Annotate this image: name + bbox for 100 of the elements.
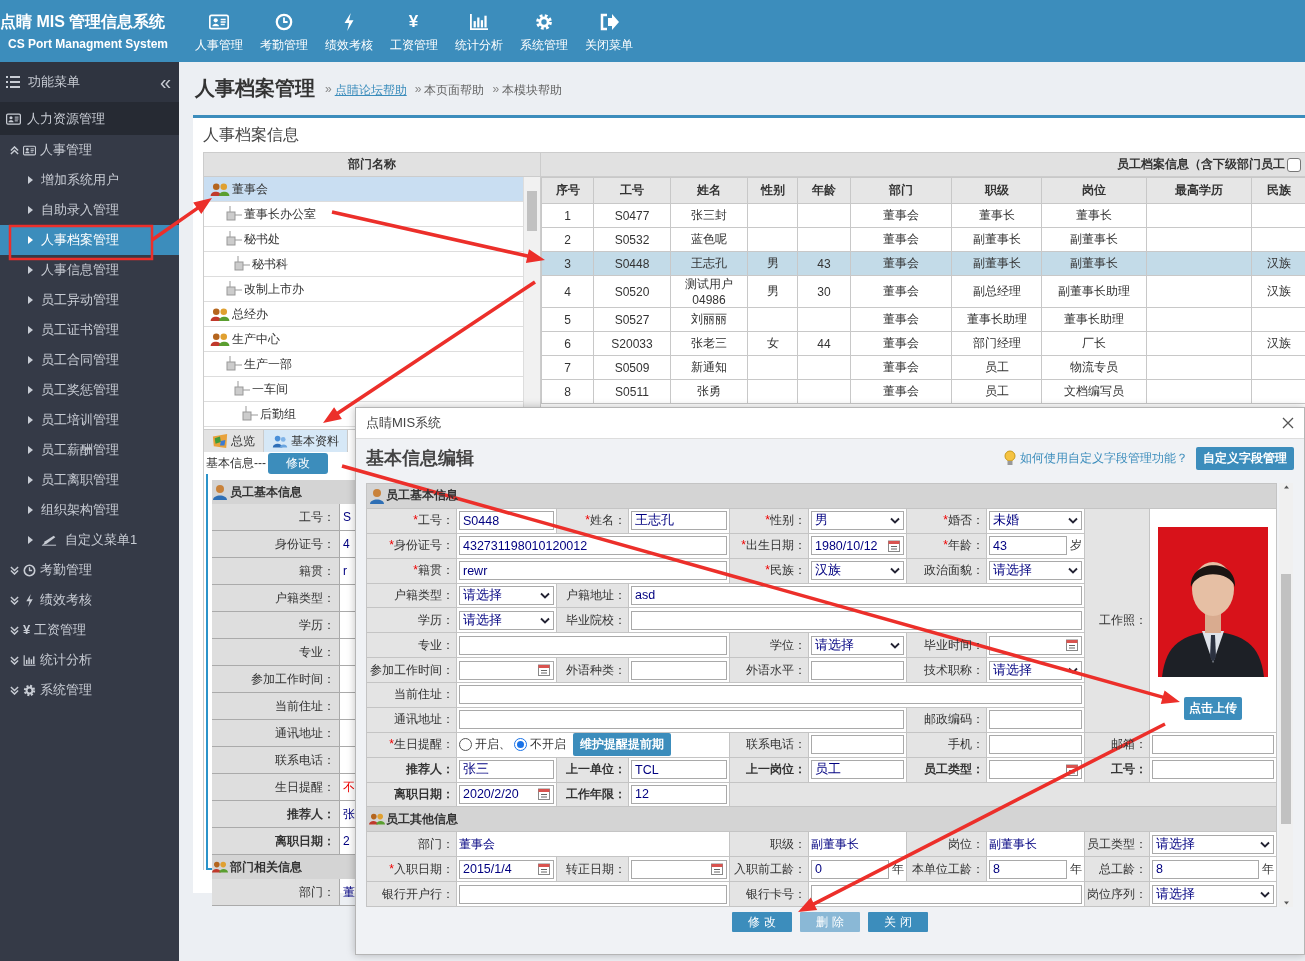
dialog-button[interactable]: 关 闭 (868, 912, 928, 932)
select-field[interactable]: 请选择 (989, 561, 1082, 581)
table-row[interactable]: 4 S0520 测试用户04986 男 30 董事会 副总经理 副董事长助理 汉族 (541, 275, 1305, 308)
submenu-item[interactable]: 自助录入管理 (0, 195, 179, 225)
submenu-item[interactable]: 员工离职管理 (0, 465, 179, 495)
nav-label[interactable]: 系统管理 (519, 36, 568, 54)
input-field[interactable] (989, 710, 1082, 730)
input-field[interactable]: 张三 (459, 760, 554, 780)
nav-label[interactable]: 工资管理 (389, 36, 438, 54)
select-field[interactable]: 未婚 (989, 511, 1082, 531)
select-field[interactable]: 请选择 (811, 635, 904, 655)
submenu-item[interactable]: 员工证书管理 (0, 315, 179, 345)
input-field[interactable]: 432731198010120012 (459, 536, 727, 556)
input-field[interactable] (459, 884, 727, 904)
upload-button[interactable]: 点击上传 (1184, 696, 1243, 720)
help-link[interactable]: 本模块帮助 (502, 82, 563, 99)
reminder-button[interactable]: 维护提醒提前期 (573, 733, 671, 757)
input-field[interactable]: rewr (459, 561, 727, 581)
submenu-item[interactable]: 人事档案管理 (0, 225, 179, 255)
input-field[interactable]: 员工 (811, 760, 904, 780)
input-field[interactable]: 8 (989, 859, 1067, 879)
date-field[interactable] (631, 859, 727, 879)
table-row[interactable]: 3 S0448 王志孔 男 43 董事会 副董事长 副董事长 汉族 (541, 251, 1305, 276)
nav-label[interactable]: 统计分析 (454, 36, 503, 54)
scrollbar[interactable] (1279, 483, 1294, 907)
close-icon[interactable] (1282, 417, 1294, 429)
column-header[interactable]: 姓名 (670, 177, 748, 204)
select-field[interactable]: 男 (811, 511, 904, 531)
radio-button[interactable] (459, 738, 472, 752)
radio-button[interactable] (514, 738, 527, 752)
select-field[interactable]: 汉族 (811, 561, 904, 581)
column-header[interactable]: 职级 (951, 177, 1042, 204)
collapse-button[interactable]: « (159, 72, 171, 92)
column-header[interactable]: 岗位 (1041, 177, 1147, 204)
input-field[interactable]: 43 (989, 536, 1067, 556)
input-field[interactable]: 王志孔 (631, 511, 727, 531)
table-row[interactable]: 8 S0511 张勇 董事会 员工 文档编写员 (541, 379, 1305, 404)
table-row[interactable]: 5 S0527 刘丽丽 董事会 董事长助理 董事长助理 (541, 307, 1305, 332)
nav-label[interactable]: 关闭菜单 (584, 36, 633, 54)
date-field[interactable]: 2015/1/4 (459, 859, 554, 879)
date-field[interactable] (459, 660, 554, 680)
menu-item[interactable]: 考勤管理 (0, 555, 179, 585)
input-field[interactable] (631, 610, 1082, 630)
submenu-item[interactable]: 员工薪酬管理 (0, 435, 179, 465)
tab[interactable]: 基本资料 (264, 430, 348, 452)
submenu-item[interactable]: 人事信息管理 (0, 255, 179, 285)
input-field[interactable] (989, 735, 1082, 755)
menu-item[interactable]: 统计分析 (0, 645, 179, 675)
menu-item[interactable]: 系统管理 (0, 675, 179, 705)
column-header[interactable]: 序号 (541, 177, 594, 204)
input-field[interactable] (631, 660, 727, 680)
column-header[interactable]: 工号 (593, 177, 671, 204)
tree-item[interactable]: 董事会 (204, 177, 523, 202)
column-header[interactable]: 部门 (850, 177, 952, 204)
submenu-item[interactable]: 员工异动管理 (0, 285, 179, 315)
nav-label[interactable]: 人事管理 (194, 36, 243, 54)
select-field[interactable]: 请选择 (1152, 834, 1275, 854)
date-field[interactable]: 2020/2/20 (459, 784, 554, 804)
input-field[interactable]: 0 (811, 859, 889, 879)
menu-item[interactable]: 绩效考核 (0, 585, 179, 615)
custom-fields-button[interactable]: 自定义字段管理 (1196, 446, 1294, 470)
table-row[interactable]: 6 S20033 张老三 女 44 董事会 部门经理 厂长 汉族 (541, 331, 1305, 356)
column-header[interactable]: 年龄 (797, 177, 851, 204)
input-field[interactable] (459, 685, 1082, 705)
submenu-item[interactable]: 自定义菜单1 (0, 525, 179, 555)
menu-item[interactable]: 人事管理 (0, 135, 179, 165)
date-field[interactable] (989, 760, 1082, 780)
select-field[interactable]: 请选择 (1152, 884, 1275, 904)
submenu-item[interactable]: 员工培训管理 (0, 405, 179, 435)
input-field[interactable]: asd (631, 585, 1082, 605)
input-field[interactable]: TCL (631, 760, 727, 780)
input-field[interactable]: 8 (1152, 859, 1260, 879)
input-field[interactable] (1152, 760, 1275, 780)
nav-label[interactable]: 绩效考核 (324, 36, 373, 54)
input-field[interactable] (1152, 735, 1275, 755)
input-field[interactable] (459, 710, 904, 730)
table-row[interactable]: 2 S0532 蓝色呢 董事会 副董事长 副董事长 (541, 227, 1305, 252)
input-field[interactable] (811, 884, 1082, 904)
tab[interactable]: 总览 (204, 430, 264, 452)
checkbox[interactable] (1287, 157, 1301, 172)
table-row[interactable]: 1 S0477 张三封 董事会 董事长 董事长 (541, 203, 1305, 228)
input-field[interactable] (811, 660, 904, 680)
date-field[interactable]: 1980/10/12 (811, 536, 904, 556)
edit-button[interactable]: 修改 (268, 452, 328, 474)
input-field[interactable] (811, 735, 904, 755)
input-field[interactable]: 12 (631, 784, 727, 804)
submenu-item[interactable]: 员工合同管理 (0, 345, 179, 375)
menu-item[interactable]: ¥ 工资管理 (0, 615, 179, 645)
dialog-button[interactable]: 修 改 (732, 912, 792, 932)
submenu-item[interactable]: 员工奖惩管理 (0, 375, 179, 405)
submenu-item[interactable]: 增加系统用户 (0, 165, 179, 195)
date-field[interactable] (989, 635, 1082, 655)
column-header[interactable]: 性别 (747, 177, 798, 204)
column-header[interactable]: 最高学历 (1146, 177, 1252, 204)
nav-label[interactable]: 考勤管理 (259, 36, 308, 54)
help-link[interactable]: 本页面帮助 (424, 82, 485, 99)
input-field[interactable] (459, 635, 727, 655)
column-header[interactable]: 民族 (1251, 177, 1305, 204)
table-row[interactable]: 7 S0509 新通知 董事会 员工 物流专员 (541, 355, 1305, 380)
select-field[interactable]: 请选择 (459, 585, 554, 605)
